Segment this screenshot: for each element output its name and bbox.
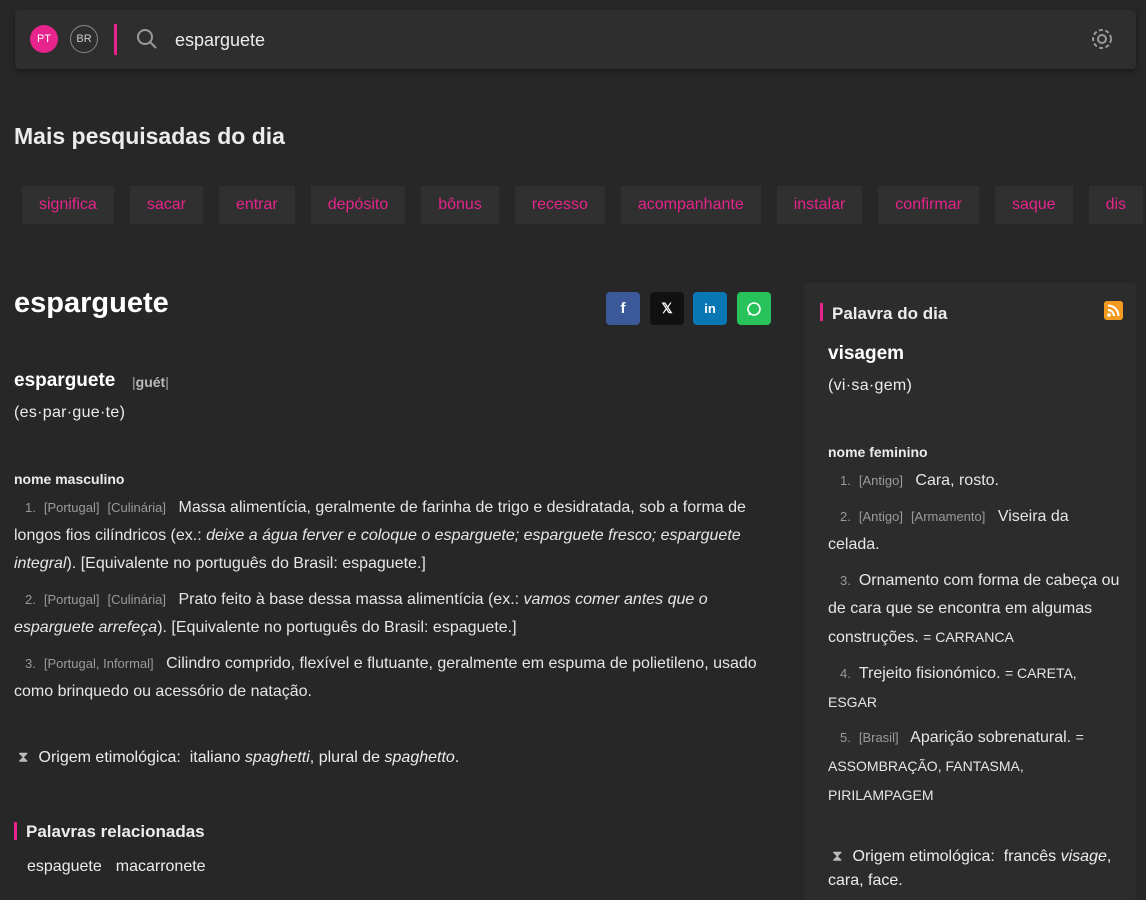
definition: 3. Ornamento com forma de cabeça ou de ca… xyxy=(828,572,1120,646)
search-icon[interactable] xyxy=(136,28,158,50)
definition: 1. [Portugal] [Culinária] Massa alimentíci… xyxy=(14,499,746,572)
page-title: esparguete xyxy=(14,287,169,319)
trending-chip[interactable]: saque xyxy=(994,186,1073,224)
linkedin-icon: in xyxy=(704,301,716,316)
whatsapp-icon xyxy=(747,301,761,316)
word-of-day-panel: Palavra do dia visagem (vi·sa·gem) nome … xyxy=(804,283,1136,900)
trending-chip[interactable]: significa xyxy=(22,186,114,224)
divider xyxy=(114,24,117,55)
definition: 4. Trejeito fisionómico. = CARETA, ESGAR xyxy=(828,665,1077,710)
word-of-day-etymology: ⧗ Origem etimológica: francês visage, car… xyxy=(828,845,1128,893)
definition: 2. [Antigo] [Armamento] Viseira da celada. xyxy=(828,508,1069,553)
related-link[interactable]: macarronete xyxy=(116,858,206,876)
headword: esparguete xyxy=(14,370,116,391)
trending-chip[interactable]: instalar xyxy=(776,186,863,224)
definition: 2. [Portugal] [Culinária] Prato feito à ba… xyxy=(14,591,708,636)
word-of-day-syllables: (vi·sa·gem) xyxy=(828,377,913,394)
facebook-icon: f xyxy=(620,300,626,317)
trending-chip[interactable]: entrar xyxy=(218,186,295,224)
gear-icon[interactable] xyxy=(1089,26,1115,52)
trending-chip[interactable]: depósito xyxy=(310,186,406,224)
etymology: ⧗ Origem etimológica: italiano spaghetti,… xyxy=(14,746,774,770)
search-input[interactable] xyxy=(175,27,1055,53)
trending-chip[interactable]: bônus xyxy=(421,186,499,224)
lang-br-button[interactable]: BR xyxy=(70,25,98,53)
pronunciation: |guét| xyxy=(132,374,169,390)
trending-chip[interactable]: confirmar xyxy=(878,186,979,224)
lang-pt-button[interactable]: PT xyxy=(30,25,58,53)
definition: 3. [Portugal, Informal] Cilindro comprido… xyxy=(14,655,757,700)
word-of-day-grammar: nome feminino xyxy=(828,444,928,460)
grammar-class: nome masculino xyxy=(14,471,125,487)
syllables: (es·par·gue·te) xyxy=(14,404,126,421)
related-link[interactable]: espaguete xyxy=(27,858,102,876)
related-title: Palavras relacionadas xyxy=(14,822,205,841)
related-list: espaguete macarronete xyxy=(27,858,206,876)
trending-chip[interactable]: acompanhante xyxy=(620,186,761,224)
trending-chip[interactable]: sacar xyxy=(129,186,203,224)
definition: 5. [Brasil] Aparição sobrenatural. = ASSO… xyxy=(828,729,1084,803)
share-linkedin-button[interactable]: in xyxy=(693,292,727,325)
definition: 1. [Antigo] Cara, rosto. xyxy=(840,472,999,489)
word-of-day-title: Palavra do dia xyxy=(820,303,947,323)
trending-chip[interactable]: recesso xyxy=(514,186,605,224)
top-bar: PT BR xyxy=(15,10,1136,69)
trending-title: Mais pesquisadas do dia xyxy=(14,123,285,149)
trending-list: significa sacar entrar depósito bônus recesso… xyxy=(22,186,1146,224)
share-facebook-button[interactable]: f xyxy=(606,292,640,325)
hourglass-icon: ⧗ xyxy=(18,749,29,766)
trending-chip[interactable]: dis xyxy=(1088,186,1144,224)
hourglass-icon: ⧗ xyxy=(832,848,843,865)
x-icon: 𝕏 xyxy=(661,300,673,316)
rss-icon[interactable] xyxy=(1104,301,1123,320)
word-of-day-word[interactable]: visagem xyxy=(828,343,904,365)
share-x-button[interactable]: 𝕏 xyxy=(650,292,684,325)
share-whatsapp-button[interactable] xyxy=(737,292,771,325)
